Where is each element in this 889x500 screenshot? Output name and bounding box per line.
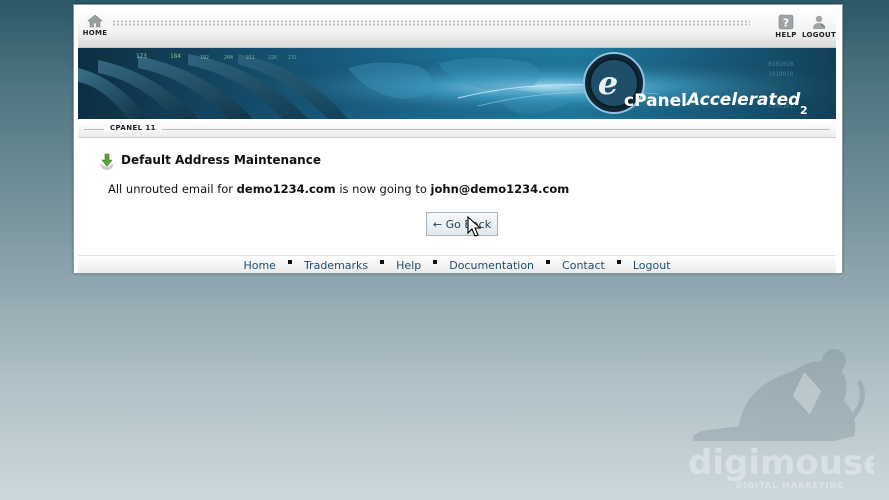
svg-text:0101010: 0101010 (768, 61, 794, 68)
footer-link-help[interactable]: Help (396, 259, 421, 272)
footer-link-trademarks[interactable]: Trademarks (304, 259, 368, 272)
watermark-tagline: DIGITAL MARKETING (736, 481, 845, 490)
breadcrumb[interactable]: CPANEL 11 (104, 124, 162, 132)
footer-links: Home Trademarks Help Documentation Contact Lo… (78, 255, 836, 273)
logout-button[interactable]: LOGOUT (802, 14, 836, 39)
logout-label: LOGOUT (802, 31, 837, 39)
ticker-text: 211 (246, 55, 255, 61)
svg-text:?: ? (783, 17, 789, 30)
ticker-text: 231 (288, 55, 297, 61)
footer-separator (433, 260, 438, 264)
brand-main: cPanel (624, 91, 687, 111)
go-back-button[interactable]: ← Go Back (426, 212, 498, 236)
ticker-text: 204 (224, 55, 233, 61)
footer-link-documentation[interactable]: Documentation (449, 259, 534, 272)
top-navigation-bar: HOME ? HELP LOGOUT (78, 9, 836, 48)
cpanel-window: HOME ? HELP LOGOUT 173 184 192 204 211 2… (73, 4, 843, 274)
message-prefix: All unrouted email for (108, 182, 234, 196)
svg-text:1010010: 1010010 (768, 71, 794, 78)
help-label: HELP (775, 31, 797, 39)
domain-name: demo1234.com (236, 182, 336, 196)
banner-artwork: 173 184 192 204 211 226 231 0101010 1010… (78, 48, 836, 119)
footer-link-logout[interactable]: Logout (633, 259, 671, 272)
ticker-text: 184 (170, 53, 181, 60)
ticker-text: 226 (268, 55, 277, 61)
mouse-cursor-icon (467, 216, 481, 237)
ticker-text: 192 (200, 55, 209, 61)
dotted-divider (112, 20, 750, 26)
home-icon (87, 14, 103, 28)
breadcrumb-bar: CPANEL 11 (78, 121, 836, 138)
page-title: Default Address Maintenance (121, 153, 321, 167)
footer-separator (546, 260, 551, 264)
footer-link-contact[interactable]: Contact (562, 259, 605, 272)
logout-icon (813, 15, 826, 29)
digimouse-watermark: digimouse DIGITAL MARKETING (688, 349, 874, 490)
status-message: All unrouted email for demo1234.com is n… (108, 182, 569, 196)
download-arrow-icon (100, 153, 114, 170)
home-label: HOME (82, 29, 108, 37)
svg-text:e: e (598, 64, 618, 102)
watermark-brand: digimouse (688, 443, 874, 483)
help-icon: ? (778, 14, 794, 30)
help-button[interactable]: ? HELP (769, 14, 803, 39)
brand-accent: Accelerated (685, 90, 801, 110)
target-address: john@demo1234.com (430, 182, 570, 196)
footer-link-home[interactable]: Home (243, 259, 275, 272)
home-button[interactable]: HOME (78, 14, 112, 37)
footer-separator (616, 260, 621, 264)
footer-separator (380, 260, 385, 264)
brand-version: 2 (800, 104, 808, 117)
message-mid: is now going to (339, 182, 427, 196)
cpanel-banner: 173 184 192 204 211 226 231 0101010 1010… (78, 48, 836, 119)
footer-separator (287, 260, 292, 264)
ticker-text: 173 (136, 53, 147, 60)
